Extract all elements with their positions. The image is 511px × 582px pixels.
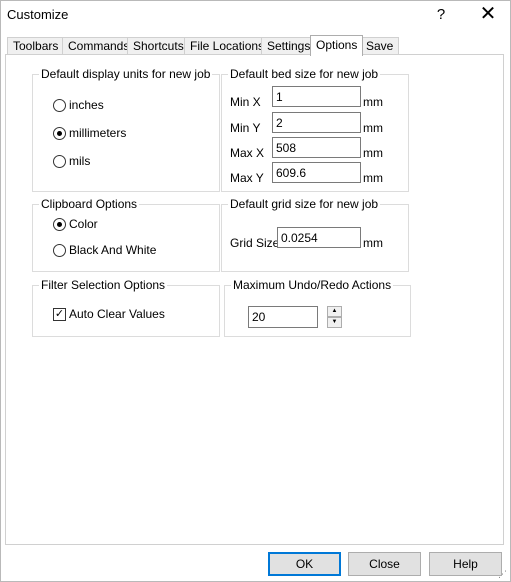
filter-selection-title: Filter Selection Options bbox=[39, 278, 168, 292]
clipboard-options-group: Clipboard Options Color Black And White bbox=[32, 197, 220, 272]
radio-color-label: Color bbox=[69, 217, 98, 231]
max-y-input[interactable] bbox=[272, 162, 361, 183]
tab-options[interactable]: Options bbox=[310, 35, 364, 56]
options-panel: Default display units for new job inches… bbox=[5, 54, 504, 545]
grid-size-unit: mm bbox=[363, 236, 383, 250]
grid-size-group: Default grid size for new job Grid Size … bbox=[221, 197, 409, 272]
radio-mils[interactable]: mils bbox=[53, 154, 90, 168]
clipboard-options-title: Clipboard Options bbox=[39, 197, 140, 211]
radio-inches-circle[interactable] bbox=[53, 98, 66, 112]
resize-grip-icon[interactable]: ⋰ bbox=[498, 569, 507, 580]
radio-inches[interactable]: inches bbox=[53, 98, 104, 112]
radio-inches-label: inches bbox=[69, 98, 104, 112]
close-button[interactable]: Close bbox=[348, 552, 421, 576]
display-units-group: Default display units for new job inches… bbox=[32, 67, 220, 192]
undo-redo-group: Maximum Undo/Redo Actions ▲ ▼ bbox=[224, 278, 411, 337]
display-units-title: Default display units for new job bbox=[39, 67, 213, 81]
auto-clear-values-label: Auto Clear Values bbox=[69, 307, 165, 321]
radio-millimeters[interactable]: millimeters bbox=[53, 126, 126, 140]
help-button[interactable]: Help bbox=[429, 552, 502, 576]
title-bar: Customize ? ✕ bbox=[1, 1, 510, 31]
min-x-input[interactable] bbox=[272, 86, 361, 107]
radio-mils-label: mils bbox=[69, 154, 91, 168]
undo-redo-input[interactable] bbox=[248, 306, 318, 328]
close-icon[interactable]: ✕ bbox=[471, 1, 505, 31]
spin-up-icon[interactable]: ▲ bbox=[327, 306, 342, 317]
grid-size-label: Grid Size bbox=[230, 236, 280, 250]
filter-selection-group: Filter Selection Options ✓ Auto Clear Va… bbox=[32, 278, 220, 337]
ok-button[interactable]: OK bbox=[268, 552, 341, 576]
grid-size-title: Default grid size for new job bbox=[228, 197, 381, 211]
radio-color[interactable]: Color bbox=[53, 217, 98, 231]
bed-size-group: Default bed size for new job Min X mm Mi… bbox=[221, 67, 409, 192]
max-x-label: Max X bbox=[230, 146, 265, 160]
max-x-input[interactable] bbox=[272, 137, 361, 158]
radio-millimeters-circle[interactable] bbox=[53, 126, 66, 140]
radio-black-and-white-circle[interactable] bbox=[53, 243, 66, 257]
min-y-input[interactable] bbox=[272, 112, 361, 133]
auto-clear-values-checkbox[interactable]: ✓ Auto Clear Values bbox=[53, 307, 165, 321]
window-title: Customize bbox=[7, 7, 69, 22]
customize-dialog: Customize ? ✕ Toolbars Commands Shortcut… bbox=[0, 0, 511, 582]
radio-black-and-white-label: Black And White bbox=[69, 243, 157, 257]
radio-millimeters-label: millimeters bbox=[69, 126, 127, 140]
checkmark-icon[interactable]: ✓ bbox=[53, 307, 66, 321]
undo-redo-title: Maximum Undo/Redo Actions bbox=[231, 278, 394, 292]
tab-bar: Toolbars Commands Shortcuts File Locatio… bbox=[1, 35, 510, 56]
max-y-label: Max Y bbox=[230, 171, 264, 185]
min-x-unit: mm bbox=[363, 95, 383, 109]
radio-color-circle[interactable] bbox=[53, 217, 66, 231]
min-y-label: Min Y bbox=[230, 121, 261, 135]
max-y-unit: mm bbox=[363, 171, 383, 185]
min-y-unit: mm bbox=[363, 121, 383, 135]
max-x-unit: mm bbox=[363, 146, 383, 160]
bed-size-title: Default bed size for new job bbox=[228, 67, 381, 81]
radio-mils-circle[interactable] bbox=[53, 154, 66, 168]
undo-redo-spinner: ▲ ▼ bbox=[327, 306, 342, 328]
help-icon[interactable]: ? bbox=[426, 1, 456, 31]
dialog-footer: OK Close Help bbox=[1, 547, 510, 581]
min-x-label: Min X bbox=[230, 95, 261, 109]
grid-size-input[interactable] bbox=[277, 227, 361, 248]
spin-down-icon[interactable]: ▼ bbox=[327, 317, 342, 328]
radio-black-and-white[interactable]: Black And White bbox=[53, 243, 156, 257]
